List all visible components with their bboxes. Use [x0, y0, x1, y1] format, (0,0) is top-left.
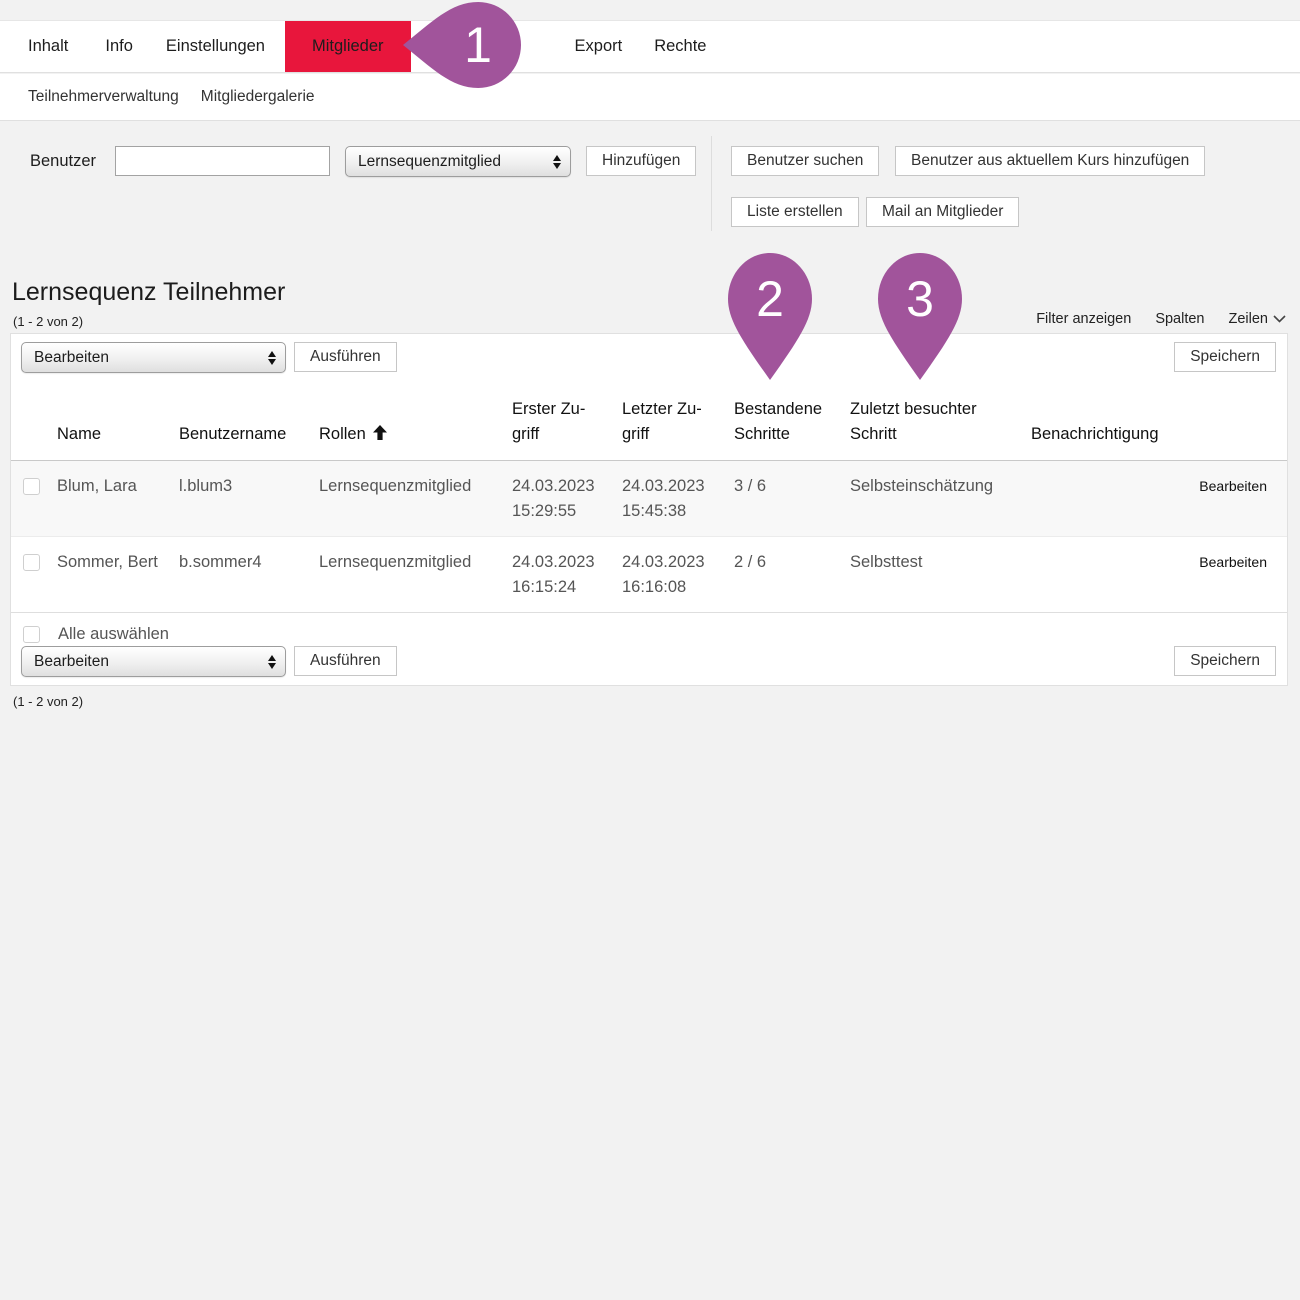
- column-header-actions: [1197, 381, 1287, 461]
- row-checkbox[interactable]: [23, 554, 40, 571]
- bulk-action-value-top: Bearbeiten: [34, 349, 109, 367]
- column-header-name[interactable]: Name: [57, 381, 179, 461]
- row-checkbox-cell: [11, 461, 57, 537]
- cell-passed-steps: 2 / 6: [734, 537, 850, 613]
- callout-number: 3: [890, 269, 950, 329]
- bulk-action-select-bottom[interactable]: Bearbeiten: [21, 646, 286, 677]
- speichern-button-top[interactable]: Speichern: [1174, 342, 1276, 372]
- cell-actions: Bearbeiten: [1197, 461, 1287, 537]
- benutzer-suchen-button[interactable]: Benutzer suchen: [731, 146, 879, 176]
- nav-item-export[interactable]: Export: [575, 21, 623, 72]
- table-view-links: Filter anzeigen Spalten Zeilen: [1036, 311, 1286, 327]
- subnav-item-teilnehmerverwaltung[interactable]: Teilnehmerverwaltung: [28, 88, 179, 106]
- result-count-top: (1 - 2 von 2): [13, 314, 83, 329]
- cell-last-visited-step: Selbsttest: [850, 537, 1031, 613]
- callout-pin-3: 3: [878, 253, 962, 380]
- liste-erstellen-button[interactable]: Liste erstellen: [731, 197, 859, 227]
- cell-last-access: 24.03.2023 15:45:38: [622, 461, 734, 537]
- page-title: Lernsequenz Teilnehmer: [12, 278, 285, 307]
- members-table-panel: Bearbeiten Ausführen Speichern Name Benu…: [10, 333, 1288, 686]
- cell-actions: Bearbeiten: [1197, 537, 1287, 613]
- cell-username: b.sommer4: [179, 537, 319, 613]
- role-select[interactable]: Lernsequenzmitglied: [345, 146, 571, 177]
- callout-pin-1: 1: [403, 2, 521, 88]
- nav-item-rechte[interactable]: Rechte: [654, 21, 706, 72]
- cell-username: l.blum3: [179, 461, 319, 537]
- cell-name: Sommer, Bert: [57, 537, 179, 613]
- nav-item-einstellungen[interactable]: Einstellungen: [166, 21, 265, 72]
- result-count-bottom: (1 - 2 von 2): [13, 694, 83, 709]
- spalten-link[interactable]: Spalten: [1155, 311, 1204, 327]
- callout-number: 1: [448, 15, 508, 75]
- cell-notification: [1031, 461, 1197, 537]
- benutzer-input[interactable]: [115, 146, 330, 176]
- cell-last-visited-step: Selbsteinschätzung: [850, 461, 1031, 537]
- table-row: Sommer, Bert b.sommer4 Lernsequenzmitgli…: [11, 537, 1287, 613]
- sub-navigation: Teilnehmerverwaltung Mitgliedergalerie: [0, 74, 1300, 121]
- column-header-benutzername[interactable]: Benutzername: [179, 381, 319, 461]
- table-row: Blum, Lara l.blum3 Lernsequenzmitglied 2…: [11, 461, 1287, 537]
- table-header-row: Name Benutzername Rollen Erster Zu­griff…: [11, 381, 1287, 461]
- select-all-checkbox[interactable]: [23, 626, 40, 643]
- cell-last-access: 24.03.2023 16:16:08: [622, 537, 734, 613]
- callout-number: 2: [740, 269, 800, 329]
- callout-pin-2: 2: [728, 253, 812, 380]
- subnav-item-mitgliedergalerie[interactable]: Mitgliedergalerie: [201, 88, 315, 106]
- page: Inhalt Info Einstellungen Mitglieder Exp…: [0, 0, 1300, 1300]
- row-bearbeiten-link[interactable]: Bearbeiten: [1197, 474, 1267, 499]
- select-updown-icon: [268, 351, 276, 365]
- zeilen-link-label: Zeilen: [1229, 311, 1269, 327]
- nav-item-info[interactable]: Info: [105, 21, 133, 72]
- cell-role: Lernsequenzmitglied: [319, 461, 512, 537]
- column-header-rollen[interactable]: Rollen: [319, 381, 512, 461]
- cell-first-access: 24.03.2023 15:29:55: [512, 461, 622, 537]
- column-header-letzter-zugriff[interactable]: Letzter Zu­griff: [622, 381, 734, 461]
- chevron-down-icon: [1273, 315, 1286, 323]
- zeilen-link[interactable]: Zeilen: [1229, 311, 1287, 327]
- row-checkbox[interactable]: [23, 478, 40, 495]
- nav-item-mitglieder-active[interactable]: Mitglieder: [285, 21, 411, 72]
- role-select-value: Lernsequenzmitglied: [358, 153, 501, 171]
- top-navigation: Inhalt Info Einstellungen Mitglieder Exp…: [0, 20, 1300, 73]
- speichern-button-bottom[interactable]: Speichern: [1174, 646, 1276, 676]
- cell-notification: [1031, 537, 1197, 613]
- cell-passed-steps: 3 / 6: [734, 461, 850, 537]
- form-divider: [711, 136, 712, 231]
- bulk-action-value-bottom: Bearbeiten: [34, 653, 109, 671]
- sort-asc-icon: [373, 425, 387, 440]
- cell-name: Blum, Lara: [57, 461, 179, 537]
- benutzer-aus-kurs-button[interactable]: Benutzer aus aktuellem Kurs hinzufügen: [895, 146, 1205, 176]
- column-header-zuletzt-besuchter-schritt[interactable]: Zuletzt besuchter Schritt: [850, 381, 1031, 461]
- nav-item-inhalt[interactable]: Inhalt: [28, 21, 68, 72]
- mail-an-mitglieder-button[interactable]: Mail an Mitglieder: [866, 197, 1019, 227]
- cell-role: Lernsequenzmitglied: [319, 537, 512, 613]
- column-header-bestandene-schritte[interactable]: Bestandene Schritte: [734, 381, 850, 461]
- column-header-erster-zugriff[interactable]: Erster Zu­griff: [512, 381, 622, 461]
- cell-first-access: 24.03.2023 16:15:24: [512, 537, 622, 613]
- column-header-benachrichtigung[interactable]: Benachrichtigung: [1031, 381, 1197, 461]
- members-table: Name Benutzername Rollen Erster Zu­griff…: [11, 381, 1287, 656]
- benutzer-label: Benutzer: [30, 146, 96, 176]
- row-bearbeiten-link[interactable]: Bearbeiten: [1197, 550, 1267, 575]
- header-checkbox-cell: [11, 381, 57, 461]
- ausfuehren-button-top[interactable]: Ausführen: [294, 342, 397, 372]
- ausfuehren-button-bottom[interactable]: Ausführen: [294, 646, 397, 676]
- hinzufuegen-button[interactable]: Hinzufügen: [586, 146, 696, 176]
- column-header-rollen-label: Rollen: [319, 425, 366, 443]
- select-updown-icon: [268, 655, 276, 669]
- select-updown-icon: [553, 155, 561, 169]
- row-checkbox-cell: [11, 537, 57, 613]
- filter-anzeigen-link[interactable]: Filter anzeigen: [1036, 311, 1131, 327]
- select-all-label: Alle auswählen: [58, 625, 169, 643]
- bulk-action-select-top[interactable]: Bearbeiten: [21, 342, 286, 373]
